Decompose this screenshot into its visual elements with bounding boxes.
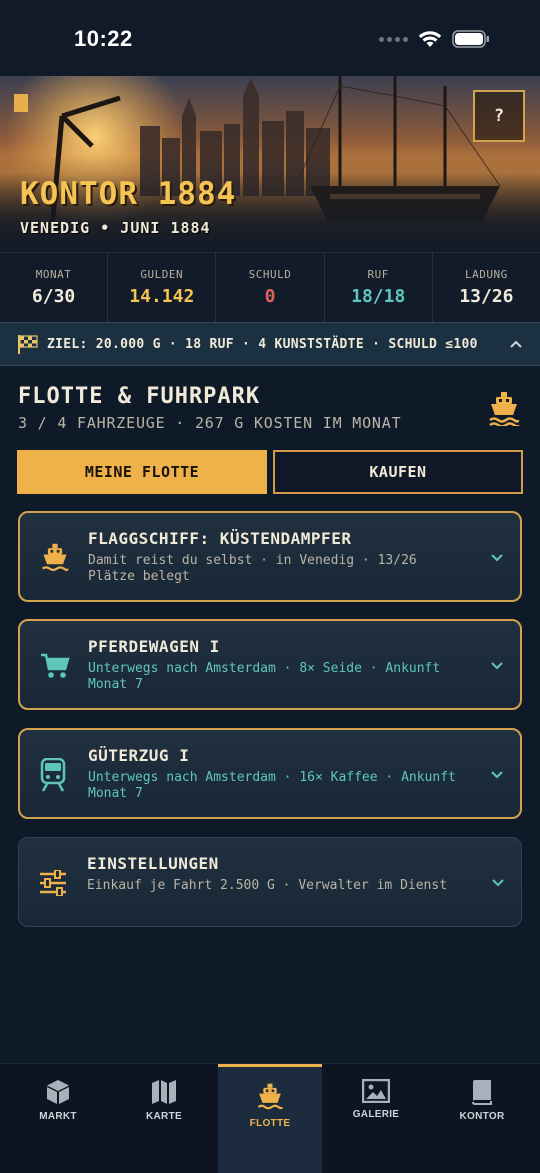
cube-icon: [47, 1080, 69, 1104]
section-title: FLOTTE & FUHRPARK: [18, 384, 261, 409]
hero-banner: KONTOR 1884 VENEDIG • JUNI 1884 ?: [0, 76, 540, 252]
status-time: 10:22: [74, 26, 133, 51]
stat-value: 18/18: [351, 286, 406, 307]
card-description: Unterwegs nach Amsterdam · 8× Seide · An…: [88, 661, 441, 692]
stat-ruf: RUF 18/18: [325, 253, 433, 322]
vehicle-card-freight-train[interactable]: GÜTERZUG I Unterwegs nach Amsterdam · 16…: [18, 728, 522, 819]
nav-galerie[interactable]: GALERIE: [324, 1064, 428, 1173]
location-date: VENEDIG • JUNI 1884: [20, 219, 211, 237]
battery-icon: [452, 30, 489, 48]
nav-label: MARKT: [39, 1111, 77, 1122]
ship-icon: [489, 392, 520, 426]
stat-value: 14.142: [129, 286, 195, 307]
chevron-down-icon[interactable]: [491, 875, 505, 889]
tab-my-fleet[interactable]: MEINE FLOTTE: [17, 450, 267, 494]
stat-label: SCHULD: [248, 268, 292, 281]
checkered-flag-icon: [18, 335, 38, 354]
goal-banner[interactable]: ZIEL: 20.000 G · 18 RUF · 4 KUNSTSTÄDTE …: [0, 322, 540, 366]
stat-label: GULDEN: [140, 268, 184, 281]
card-description: Einkauf je Fahrt 2.500 G · Verwalter im …: [87, 878, 448, 893]
bottom-navigation: MARKT KARTE FLOTTE GALERIE KONTOR: [0, 1063, 540, 1173]
book-icon: [472, 1080, 492, 1105]
signal-icon: [379, 36, 408, 42]
nav-label: FLOTTE: [249, 1118, 291, 1129]
stat-value: 6/30: [31, 286, 76, 307]
wifi-icon: [418, 31, 442, 47]
card-description: Damit reist du selbst · in Venedig · 13/…: [88, 553, 417, 584]
nav-flotte[interactable]: FLOTTE: [218, 1064, 322, 1173]
status-icons: [379, 30, 490, 48]
card-description: Unterwegs nach Amsterdam · 16× Kaffee · …: [88, 770, 456, 801]
nav-markt[interactable]: MARKT: [6, 1064, 110, 1173]
stats-bar: MONAT 6/30 GULDEN 14.142 SCHULD 0 RUF 18…: [0, 252, 540, 322]
cart-icon: [41, 653, 70, 678]
card-title: PFERDEWAGEN I: [88, 637, 220, 656]
settings-card[interactable]: EINSTELLUNGEN Einkauf je Fahrt 2.500 G ·…: [18, 837, 522, 927]
stat-label: LADUNG: [465, 268, 508, 281]
chevron-down-icon[interactable]: [490, 550, 504, 564]
ship-icon: [257, 1083, 283, 1110]
nav-label: GALERIE: [352, 1109, 400, 1120]
chevron-down-icon[interactable]: [490, 658, 504, 672]
stat-value: 0: [264, 286, 276, 307]
stat-label: MONAT: [35, 268, 72, 281]
nav-karte[interactable]: KARTE: [112, 1064, 216, 1173]
nav-label: KONTOR: [459, 1111, 505, 1122]
stat-monat: MONAT 6/30: [0, 253, 109, 322]
sliders-icon: [40, 870, 66, 896]
nav-kontor[interactable]: KONTOR: [430, 1064, 534, 1173]
ship-icon: [41, 543, 69, 572]
map-icon: [152, 1080, 176, 1104]
chevron-down-icon[interactable]: [490, 767, 504, 781]
tab-buy[interactable]: KAUFEN: [273, 450, 523, 494]
stat-schuld: SCHULD 0: [216, 253, 325, 322]
stat-value: 13/26: [459, 286, 514, 307]
train-icon: [40, 758, 66, 792]
card-title: GÜTERZUG I: [88, 746, 190, 765]
app-title: KONTOR 1884: [20, 176, 237, 212]
stat-ladung: LADUNG 13/26: [433, 253, 540, 322]
vehicle-card-flagship[interactable]: FLAGGSCHIFF: KÜSTENDAMPFER Damit reist d…: [18, 511, 522, 602]
section-subtitle: 3 / 4 FAHRZEUGE · 267 G KOSTEN IM MONAT: [18, 414, 402, 432]
card-title: EINSTELLUNGEN: [87, 854, 219, 873]
stat-gulden: GULDEN 14.142: [108, 253, 217, 322]
card-title: FLAGGSCHIFF: KÜSTENDAMPFER: [88, 529, 352, 548]
goal-text: ZIEL: 20.000 G · 18 RUF · 4 KUNSTSTÄDTE …: [47, 336, 478, 352]
chevron-up-icon[interactable]: [508, 336, 524, 352]
help-button[interactable]: ?: [473, 90, 525, 142]
vehicle-card-horse-cart[interactable]: PFERDEWAGEN I Unterwegs nach Amsterdam ·…: [18, 619, 522, 710]
nav-label: KARTE: [146, 1111, 182, 1122]
status-bar: 10:22: [0, 0, 540, 76]
stat-label: RUF: [367, 268, 389, 281]
image-icon: [362, 1079, 390, 1103]
